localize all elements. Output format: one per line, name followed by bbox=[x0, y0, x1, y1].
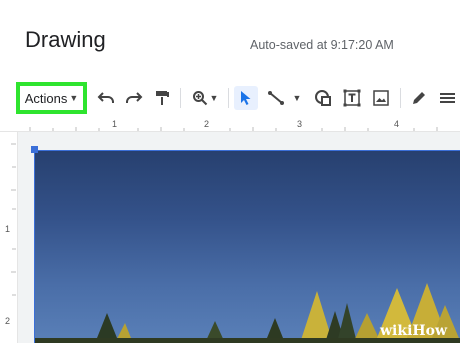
chevron-down-icon: ▼ bbox=[209, 93, 219, 103]
redo-icon[interactable] bbox=[124, 88, 144, 108]
drawing-window: Drawing Auto-saved at 9:17:20 AM Actions… bbox=[0, 0, 460, 343]
toolbar-separator bbox=[228, 88, 229, 108]
dialog-title: Drawing bbox=[25, 27, 106, 52]
text-box-icon[interactable] bbox=[341, 88, 363, 108]
toolbar-separator bbox=[180, 88, 181, 108]
pen-icon[interactable] bbox=[408, 88, 430, 108]
ruler-mark: 3 bbox=[297, 119, 303, 129]
select-icon[interactable] bbox=[234, 86, 258, 110]
ruler-mark: 4 bbox=[394, 119, 400, 129]
ruler-mark: 1 bbox=[112, 119, 118, 129]
actions-label: Actions bbox=[24, 90, 68, 106]
more-icon[interactable] bbox=[437, 88, 457, 108]
chevron-down-icon: ▼ bbox=[292, 93, 302, 103]
ruler-ticks bbox=[29, 127, 438, 131]
ruler-ticks bbox=[11, 143, 16, 296]
toolbar-separator bbox=[400, 88, 401, 108]
chevron-down-icon: ▼ bbox=[69, 93, 79, 103]
undo-icon[interactable] bbox=[96, 88, 116, 108]
left-ruler: 1 2 bbox=[0, 132, 18, 343]
paint-format-icon[interactable] bbox=[152, 88, 172, 108]
ruler-mark: 2 bbox=[204, 119, 210, 129]
ruler-mark: 2 bbox=[5, 316, 11, 326]
line-icon[interactable]: ▼ bbox=[264, 88, 304, 108]
title-bar: Drawing Auto-saved at 9:17:20 AM bbox=[0, 0, 460, 74]
ruler-mark: 1 bbox=[5, 224, 11, 234]
selection-handle[interactable] bbox=[31, 146, 38, 153]
zoom-icon[interactable]: ▼ bbox=[188, 88, 222, 108]
top-ruler: 1 2 3 4 bbox=[0, 118, 460, 132]
actions-menu-button[interactable]: Actions ▼ bbox=[20, 86, 83, 110]
shape-icon[interactable] bbox=[312, 88, 334, 108]
autosave-status: Auto-saved at 9:17:20 AM bbox=[250, 38, 394, 52]
inserted-image[interactable] bbox=[34, 150, 460, 343]
image-icon[interactable] bbox=[370, 88, 392, 108]
wikihow-watermark: wikiHow bbox=[380, 323, 448, 339]
